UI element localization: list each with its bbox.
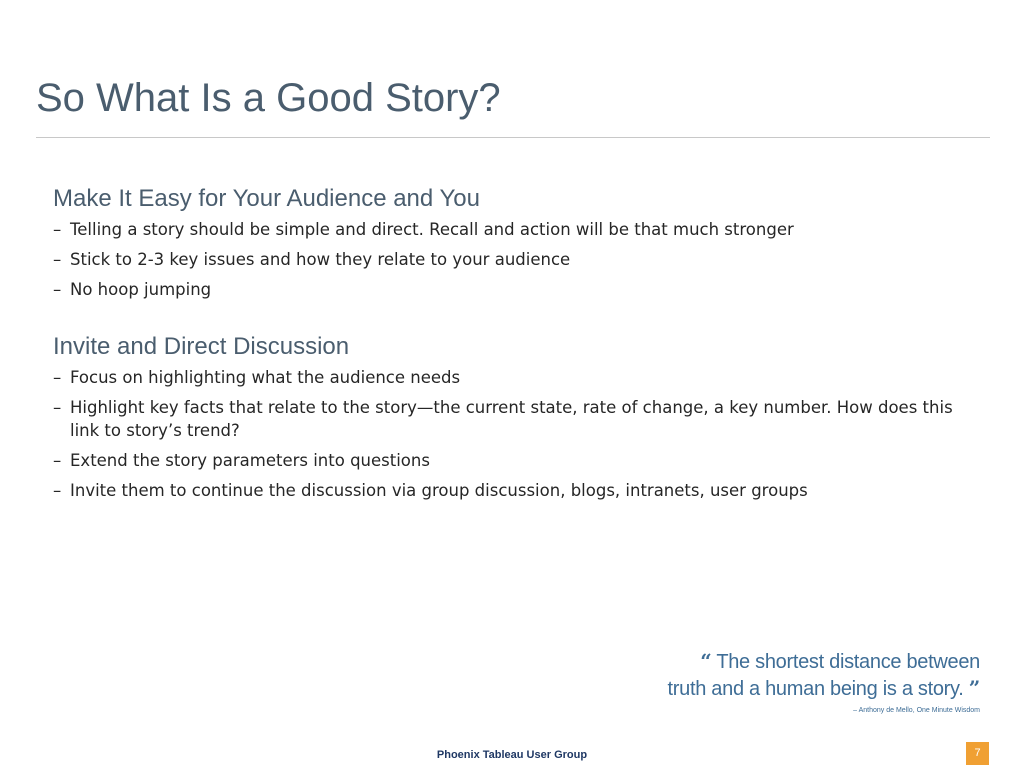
section-easy-for-audience: Make It Easy for Your Audience and You –… <box>53 183 983 301</box>
title-divider <box>36 137 990 138</box>
footer-text: Phoenix Tableau User Group <box>436 749 588 761</box>
slide-title: So What Is a Good Story? <box>36 76 501 120</box>
bullet-dash: – <box>53 280 62 299</box>
quote-text-line-1: The shortest distance between <box>716 651 980 673</box>
bullet-item: – Highlight key facts that relate to the … <box>53 396 983 442</box>
bullet-item: – Invite them to continue the discussion … <box>53 479 983 502</box>
bullet-list: – Focus on highlighting what the audience… <box>53 366 983 502</box>
section-heading: Invite and Direct Discussion <box>53 333 350 360</box>
bullet-dash: – <box>53 481 62 500</box>
bullet-text: Extend the story parameters into questio… <box>70 451 430 470</box>
page-number-badge: 7 <box>966 742 989 765</box>
bullet-dash: – <box>53 451 62 470</box>
bullet-item: – No hoop jumping <box>53 278 983 301</box>
bullet-list: – Telling a story should be simple and di… <box>53 218 983 301</box>
slide-content: Make It Easy for Your Audience and You –… <box>53 183 983 502</box>
bullet-text: Highlight key facts that relate to the s… <box>70 398 953 440</box>
bullet-item: – Stick to 2-3 key issues and how they re… <box>53 248 983 271</box>
bullet-item: – Telling a story should be simple and di… <box>53 218 983 241</box>
quote-line-2: truth and a human being is a story. ” <box>667 675 981 702</box>
bullet-text: Focus on highlighting what the audience … <box>70 368 461 387</box>
section-invite-discussion: Invite and Direct Discussion – Focus on h… <box>53 331 983 502</box>
quote-text-line-2: truth and a human being is a story. <box>667 678 964 700</box>
open-quote-mark: “ <box>700 649 712 673</box>
bullet-text: Telling a story should be simple and dir… <box>70 220 794 239</box>
bullet-text: Invite them to continue the discussion v… <box>70 481 808 500</box>
bullet-dash: – <box>53 398 62 417</box>
bullet-item: – Extend the story parameters into questi… <box>53 449 983 472</box>
bullet-item: – Focus on highlighting what the audience… <box>53 366 983 389</box>
bullet-dash: – <box>53 250 62 269</box>
quote-block: “ The shortest distance between truth an… <box>667 648 981 716</box>
close-quote-mark: ” <box>968 676 981 700</box>
quote-line-1: “ The shortest distance between <box>668 648 980 675</box>
bullet-text: No hoop jumping <box>70 280 212 299</box>
bullet-text: Stick to 2-3 key issues and how they rel… <box>70 250 571 269</box>
section-heading: Make It Easy for Your Audience and You <box>53 185 480 212</box>
quote-attribution: – Anthony de Mello, One Minute Wisdom <box>853 707 980 714</box>
bullet-dash: – <box>53 220 62 239</box>
bullet-dash: – <box>53 368 62 387</box>
